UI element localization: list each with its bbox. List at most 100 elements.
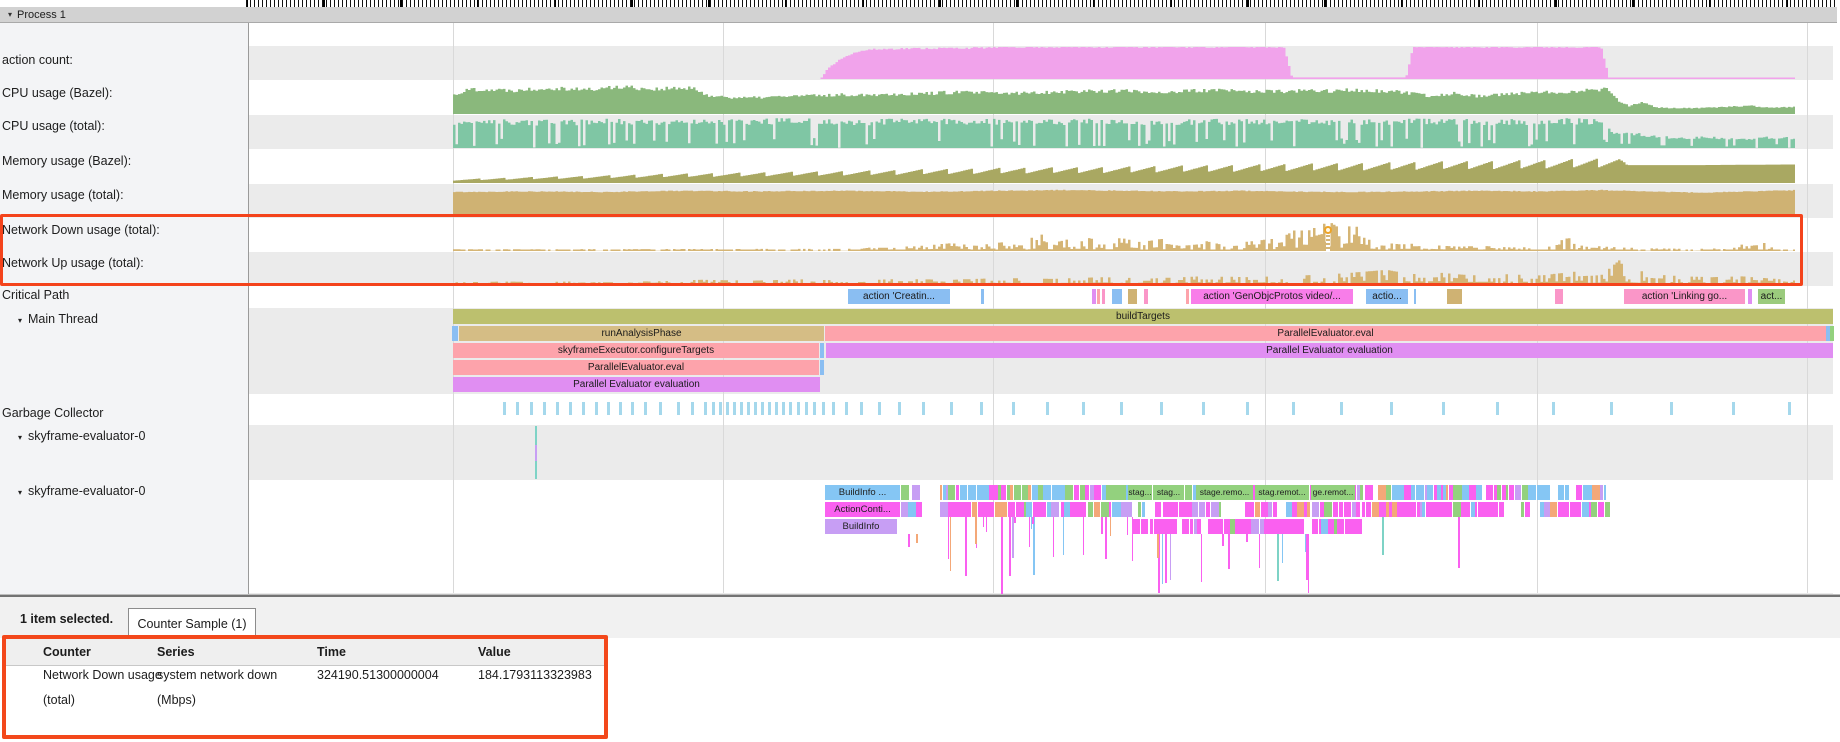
trace-event-sliver[interactable] [1192, 502, 1198, 517]
critical-path-event[interactable] [1092, 289, 1096, 304]
trace-event-sliver[interactable] [1307, 502, 1311, 517]
trace-event-sliver[interactable] [1566, 502, 1569, 517]
trace-event-sliver[interactable] [916, 502, 921, 517]
trace-event-stalk[interactable] [986, 517, 988, 532]
trace-event-sliver[interactable] [960, 485, 967, 500]
trace-event-stalk[interactable] [1032, 517, 1034, 524]
gc-event-tick[interactable] [691, 402, 694, 415]
trace-event-sliver[interactable] [981, 485, 990, 500]
trace-event-stalk[interactable] [1201, 534, 1203, 582]
track-label-skyframe-evaluator-0a[interactable]: ▾skyframe-evaluator-0 [2, 429, 145, 443]
trace-event-stalk[interactable] [1170, 534, 1172, 580]
trace-event-stalk[interactable] [1158, 534, 1160, 593]
collapse-arrow-icon[interactable]: ▾ [12, 433, 28, 442]
counter-chart-memory-usage-bazel-[interactable] [453, 159, 1795, 183]
gc-event-tick[interactable] [797, 402, 800, 415]
trace-event-sliver[interactable] [1339, 502, 1343, 517]
timeline-area[interactable]: action 'Creatin...action 'GenObjcProtos … [0, 23, 1840, 598]
trace-event-sliver[interactable] [1583, 485, 1591, 500]
gc-event-tick[interactable] [898, 402, 901, 415]
trace-event-stalk[interactable] [1083, 517, 1085, 555]
trace-event-stalk[interactable] [1157, 534, 1159, 558]
trace-event-sliver[interactable] [1255, 502, 1260, 517]
trace-event-sliver[interactable] [1591, 502, 1598, 517]
trace-event-stalk[interactable] [1012, 517, 1014, 558]
gc-event-tick[interactable] [1202, 402, 1205, 415]
trace-event-sliver[interactable] [1273, 502, 1277, 517]
gc-event-tick[interactable] [761, 402, 764, 415]
trace-event-sliver[interactable] [1461, 502, 1469, 517]
gc-event-tick[interactable] [726, 402, 729, 415]
gc-event-tick[interactable] [712, 402, 715, 415]
critical-path-event[interactable] [1414, 289, 1416, 304]
trace-event-sliver[interactable] [1129, 502, 1132, 517]
gc-event-tick[interactable] [704, 402, 707, 415]
gc-event-tick[interactable] [644, 402, 647, 415]
trace-event-stalk[interactable] [1259, 534, 1261, 568]
trace-event-sliver[interactable] [1453, 502, 1462, 517]
trace-event-sliver[interactable] [967, 502, 971, 517]
trace-event-sliver[interactable] [1367, 485, 1373, 500]
gc-event-tick[interactable] [1552, 402, 1555, 415]
trace-event-sliver[interactable] [1333, 502, 1339, 517]
critical-path-event[interactable]: action 'Creatin... [848, 289, 950, 304]
trace-event-sliver[interactable] [1490, 502, 1499, 517]
gc-event-tick[interactable] [1788, 402, 1791, 415]
critical-path-event[interactable] [1447, 289, 1462, 304]
trace-event-stalk[interactable] [1105, 517, 1107, 559]
gc-event-tick[interactable] [619, 402, 622, 415]
selected-sample-marker[interactable] [1324, 226, 1332, 234]
gc-event-tick[interactable] [1292, 402, 1295, 415]
critical-path-event[interactable]: action 'Linking go... [1624, 289, 1745, 304]
trace-event-stalk[interactable] [1282, 534, 1284, 563]
trace-event-sliver[interactable] [1598, 502, 1604, 517]
skyframe1-event[interactable] [535, 445, 537, 461]
trace-event-sliver[interactable] [1356, 502, 1360, 517]
skyframe2-labeled-event[interactable]: BuildInfo [825, 519, 897, 534]
trace-event-sliver[interactable] [1182, 519, 1189, 534]
track-label-mem-bazel[interactable]: Memory usage (Bazel): [2, 154, 131, 168]
trace-event-stalk[interactable] [1053, 517, 1055, 557]
gc-event-tick[interactable] [607, 402, 610, 415]
trace-event-stalk[interactable] [1222, 534, 1224, 546]
trace-event-sliver[interactable] [1409, 502, 1416, 517]
trace-event-sliver[interactable] [1170, 502, 1178, 517]
trace-event-sliver[interactable] [1016, 502, 1024, 517]
trace-event-sliver[interactable] [1416, 485, 1424, 500]
trace-event-sliver[interactable] [952, 502, 959, 517]
skyframe2-staging-event[interactable]: stag.remot... [1255, 485, 1309, 500]
trace-event-sliver[interactable] [1296, 519, 1304, 534]
trace-event-stalk[interactable] [975, 517, 977, 544]
trace-event-stalk[interactable] [1033, 517, 1035, 575]
gc-event-tick[interactable] [1082, 402, 1085, 415]
gc-event-tick[interactable] [595, 402, 598, 415]
trace-event-sliver[interactable] [1344, 502, 1351, 517]
trace-event-sliver[interactable] [1411, 485, 1415, 500]
trace-event-sliver[interactable] [1434, 502, 1441, 517]
trace-event-stalk[interactable] [1277, 534, 1279, 581]
trace-event-sliver[interactable] [1515, 485, 1521, 500]
trace-event-stalk[interactable] [1308, 534, 1310, 593]
trace-event-sliver[interactable] [1605, 502, 1610, 517]
trace-event-sliver[interactable] [1486, 485, 1493, 500]
trace-event-stalk[interactable] [1009, 517, 1011, 576]
trace-event-sliver[interactable] [1476, 485, 1482, 500]
trace-event-sliver[interactable] [1521, 502, 1524, 517]
trace-event-sliver[interactable] [1462, 485, 1470, 500]
gc-event-tick[interactable] [1670, 402, 1673, 415]
trace-event-sliver[interactable] [1115, 485, 1122, 500]
trace-event-stalk[interactable] [1127, 517, 1129, 535]
trace-event-sliver[interactable] [1264, 519, 1273, 534]
trace-event-sliver[interactable] [1079, 502, 1086, 517]
critical-path-event[interactable] [1186, 289, 1189, 304]
collapse-arrow-icon[interactable]: ▾ [12, 316, 28, 325]
flame-event[interactable] [1830, 326, 1834, 341]
trace-event-sliver[interactable] [1094, 485, 1101, 500]
trace-event-sliver[interactable] [1600, 485, 1603, 500]
gc-event-tick[interactable] [516, 402, 519, 415]
trace-event-sliver[interactable] [1101, 502, 1110, 517]
critical-path-event[interactable] [981, 289, 984, 304]
track-label-garbage-collector[interactable]: Garbage Collector [2, 406, 103, 420]
trace-event-stalk[interactable] [1458, 517, 1460, 568]
trace-event-sliver[interactable] [1404, 485, 1411, 500]
